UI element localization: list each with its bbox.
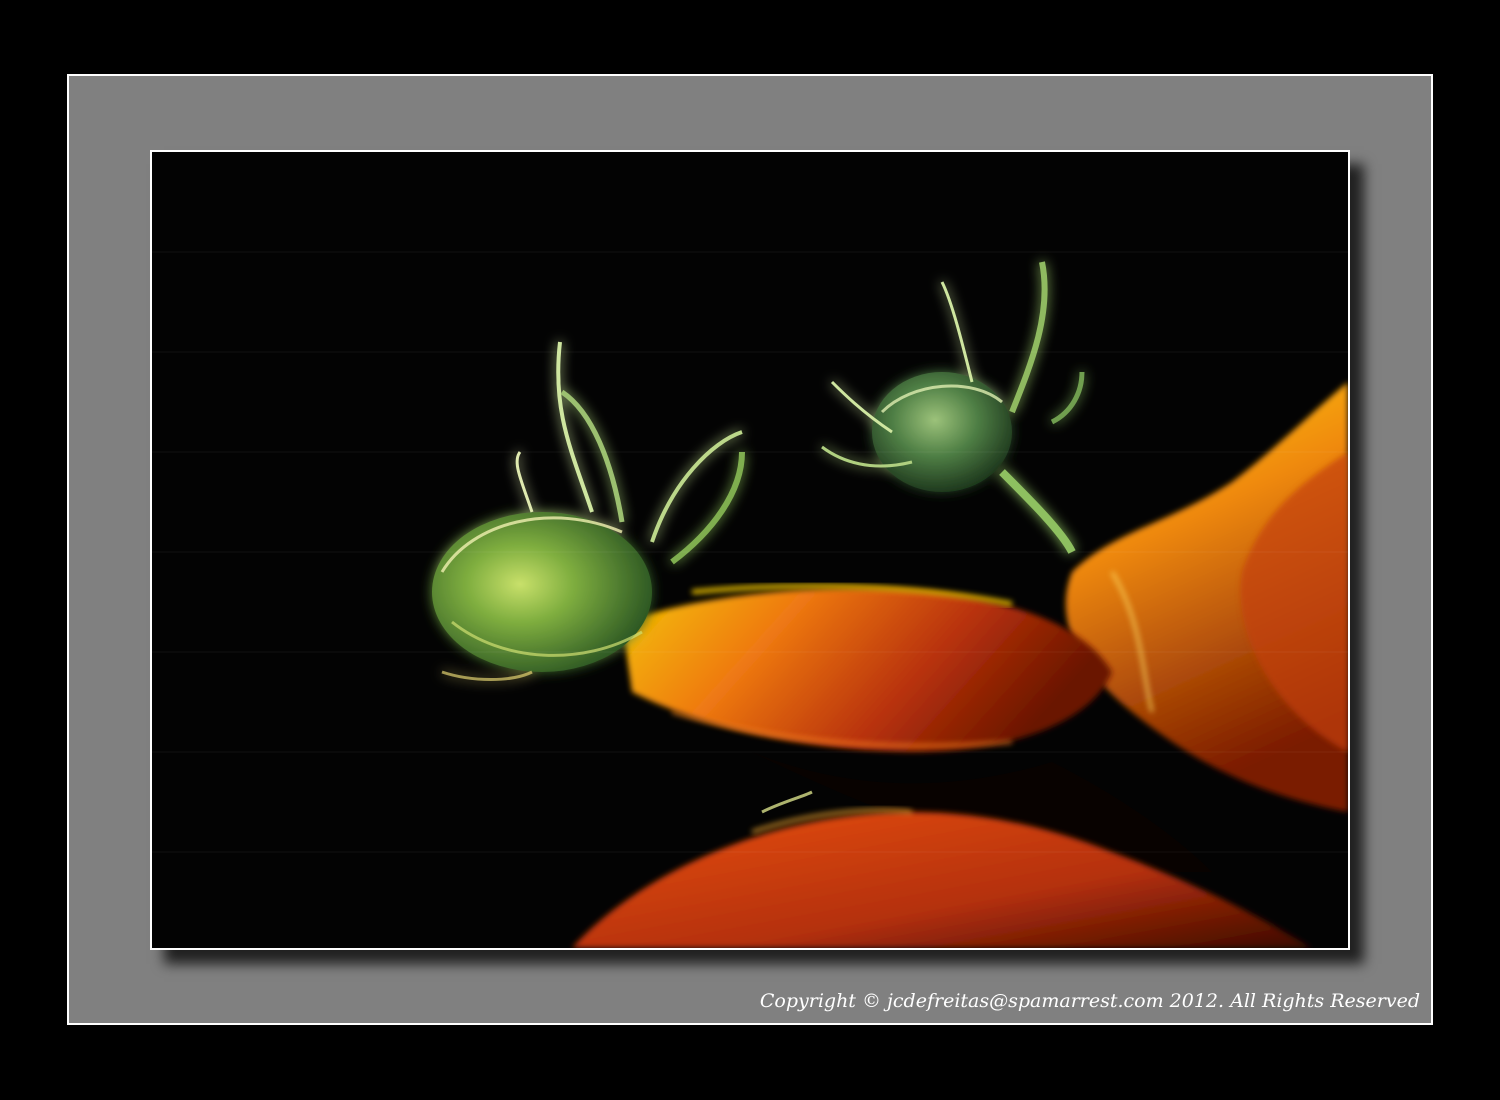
photo-frame [150,150,1350,950]
sunflower-buds-artwork [152,251,1348,948]
right-bud [821,261,1085,554]
left-stem [622,588,1112,752]
copyright-caption: Copyright © jcdefreitas@spamarrest.com 2… [759,990,1420,1012]
bottom-reflection [572,812,1312,948]
page-background: Copyright © jcdefreitas@spamarrest.com 2… [0,0,1500,1100]
